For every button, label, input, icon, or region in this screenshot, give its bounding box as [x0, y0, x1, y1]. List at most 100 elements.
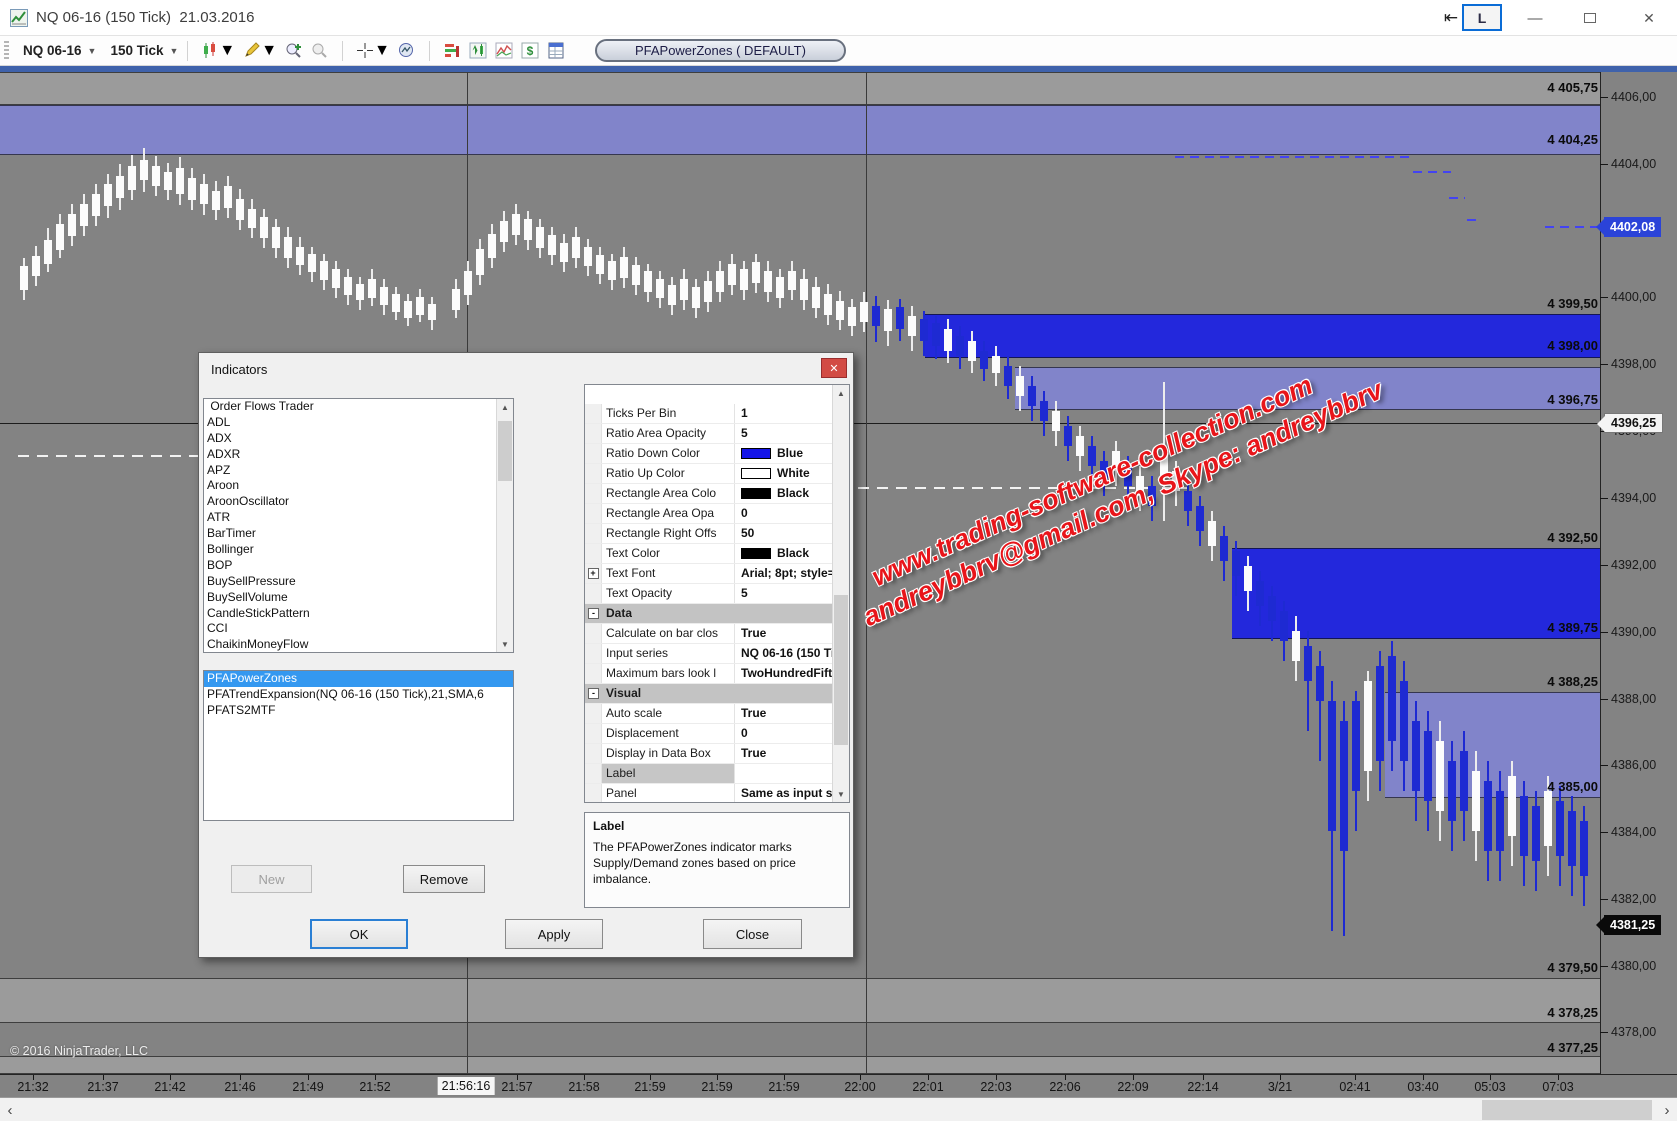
list-item[interactable]: CCI: [204, 621, 496, 637]
property-value[interactable]: Black: [735, 484, 833, 503]
property-row[interactable]: Ticks Per Bin1: [585, 404, 833, 424]
property-row[interactable]: Input seriesNQ 06-16 (150 Tick): [585, 644, 833, 664]
list-scrollbar[interactable]: ▲ ▼: [496, 399, 513, 652]
list-item[interactable]: AroonOscillator: [204, 494, 496, 510]
chart-style-button[interactable]: ▼: [201, 42, 235, 60]
chart-trader-button[interactable]: [469, 42, 487, 59]
draw-tool-button[interactable]: ▼: [243, 42, 277, 60]
property-row[interactable]: Text Opacity5: [585, 584, 833, 604]
scroll-down-icon[interactable]: ▼: [497, 636, 513, 652]
property-row[interactable]: Ratio Down ColorBlue: [585, 444, 833, 464]
minimize-button[interactable]: —: [1518, 4, 1552, 32]
scroll-left-icon[interactable]: ‹: [0, 1098, 20, 1121]
list-item[interactable]: BuySellVolume: [204, 590, 496, 606]
configured-indicator-item[interactable]: PFATrendExpansion(NQ 06-16 (150 Tick),21…: [204, 687, 513, 703]
dropdown-icon[interactable]: ▼: [833, 786, 849, 802]
list-item[interactable]: ADX: [204, 431, 496, 447]
property-grid-scrollbar[interactable]: ▲ ▼: [832, 385, 849, 802]
list-item[interactable]: APZ: [204, 463, 496, 479]
configured-indicator-item[interactable]: PFAPowerZones: [204, 671, 513, 687]
expand-icon[interactable]: +: [588, 568, 599, 579]
line-chart-button[interactable]: [495, 42, 513, 59]
interval-selector[interactable]: 150 Tick ▼: [110, 43, 178, 58]
property-row[interactable]: Calculate on bar closTrue: [585, 624, 833, 644]
scrollbar-thumb[interactable]: [498, 421, 512, 481]
property-value[interactable]: 0: [735, 504, 833, 523]
property-value[interactable]: 5: [735, 584, 833, 603]
time-axis[interactable]: 21:3221:3721:4221:4621:4921:5221:5721:58…: [0, 1074, 1677, 1097]
account-data-button[interactable]: $: [521, 42, 539, 59]
property-row[interactable]: Ratio Area Opacity5: [585, 424, 833, 444]
dialog-close-button[interactable]: ✕: [821, 358, 847, 378]
property-value[interactable]: 0: [735, 724, 833, 743]
collapse-icon[interactable]: -: [588, 608, 599, 619]
remove-button[interactable]: Remove: [403, 865, 485, 893]
horizontal-scrollbar[interactable]: ‹ ›: [0, 1097, 1677, 1121]
property-row[interactable]: Display in Data BoxTrue: [585, 744, 833, 764]
property-value[interactable]: 5: [735, 424, 833, 443]
list-item[interactable]: BuySellPressure: [204, 574, 496, 590]
toolbar-grip[interactable]: [4, 41, 9, 61]
crosshair-button[interactable]: ▼: [356, 42, 390, 60]
list-item[interactable]: CandleStickPattern: [204, 606, 496, 622]
market-analyzer-button[interactable]: [443, 42, 461, 59]
property-row[interactable]: Rectangle Right Offs50: [585, 524, 833, 544]
close-window-button[interactable]: ✕: [1632, 4, 1666, 32]
instrument-selector[interactable]: NQ 06-16 ▼: [23, 43, 96, 58]
configured-indicator-item[interactable]: PFATS2MTF: [204, 703, 513, 719]
property-value[interactable]: [735, 764, 833, 783]
property-row[interactable]: Ratio Up ColorWhite: [585, 464, 833, 484]
property-value[interactable]: White: [735, 464, 833, 483]
property-value[interactable]: NQ 06-16 (150 Tick): [735, 644, 833, 663]
list-item[interactable]: ADXR: [204, 447, 496, 463]
property-row[interactable]: -Visual: [585, 684, 833, 704]
list-item[interactable]: ATR: [204, 510, 496, 526]
apply-button[interactable]: Apply: [505, 919, 603, 949]
scroll-right-icon[interactable]: ›: [1657, 1098, 1677, 1121]
property-row[interactable]: Displacement0: [585, 724, 833, 744]
property-value[interactable]: 1: [735, 404, 833, 423]
list-item[interactable]: BarTimer: [204, 526, 496, 542]
property-row[interactable]: Maximum bars look lTwoHundredFiftySix: [585, 664, 833, 684]
property-row[interactable]: +Text FontArial; 8pt; style=Bold: [585, 564, 833, 584]
scrollbar-thumb[interactable]: [834, 595, 848, 745]
zoom-out-button[interactable]: [311, 42, 329, 59]
list-item[interactable]: ChaikinMoneyFlow: [204, 637, 496, 653]
property-value[interactable]: TwoHundredFiftySix: [735, 664, 833, 683]
property-row[interactable]: Rectangle Area Opa0: [585, 504, 833, 524]
zoom-in-button[interactable]: [285, 42, 303, 59]
indicator-preset-button[interactable]: PFAPowerZones ( DEFAULT): [595, 39, 846, 62]
property-value[interactable]: Arial; 8pt; style=Bold: [735, 564, 833, 583]
collapse-icon[interactable]: -: [588, 688, 599, 699]
data-grid-button[interactable]: [547, 42, 565, 59]
list-item[interactable]: BOP: [204, 558, 496, 574]
property-row[interactable]: Label: [585, 764, 833, 784]
list-item[interactable]: ADL: [204, 415, 496, 431]
property-value[interactable]: 50: [735, 524, 833, 543]
property-value[interactable]: Black: [735, 544, 833, 563]
close-button[interactable]: Close: [703, 919, 802, 949]
configured-indicators-list[interactable]: PFAPowerZonesPFATrendExpansion(NQ 06-16 …: [203, 670, 514, 821]
property-value[interactable]: Same as input series▼: [735, 784, 833, 802]
property-row[interactable]: -Data: [585, 604, 833, 624]
snapshot-button[interactable]: [398, 42, 416, 59]
property-value[interactable]: True: [735, 704, 833, 723]
property-row[interactable]: PanelSame as input series▼: [585, 784, 833, 802]
list-item[interactable]: Order Flows Trader: [204, 399, 496, 415]
property-value[interactable]: Blue: [735, 444, 833, 463]
maximize-button[interactable]: [1573, 4, 1607, 32]
property-value[interactable]: True: [735, 624, 833, 643]
property-value[interactable]: True: [735, 744, 833, 763]
property-row[interactable]: Text ColorBlack: [585, 544, 833, 564]
property-row[interactable]: Auto scaleTrue: [585, 704, 833, 724]
available-indicators-list[interactable]: ▲ ▼ Order Flows TraderADLADXADXRAPZAroon…: [203, 398, 514, 653]
new-button[interactable]: New: [231, 865, 312, 893]
list-item[interactable]: Bollinger: [204, 542, 496, 558]
scroll-up-icon[interactable]: ▲: [497, 399, 513, 415]
property-row[interactable]: Rectangle Area ColoBlack: [585, 484, 833, 504]
scrollbar-thumb[interactable]: [1482, 1100, 1652, 1120]
scroll-up-icon[interactable]: ▲: [833, 385, 849, 401]
ok-button[interactable]: OK: [310, 919, 408, 949]
link-button[interactable]: L: [1462, 4, 1502, 31]
list-item[interactable]: Aroon: [204, 478, 496, 494]
